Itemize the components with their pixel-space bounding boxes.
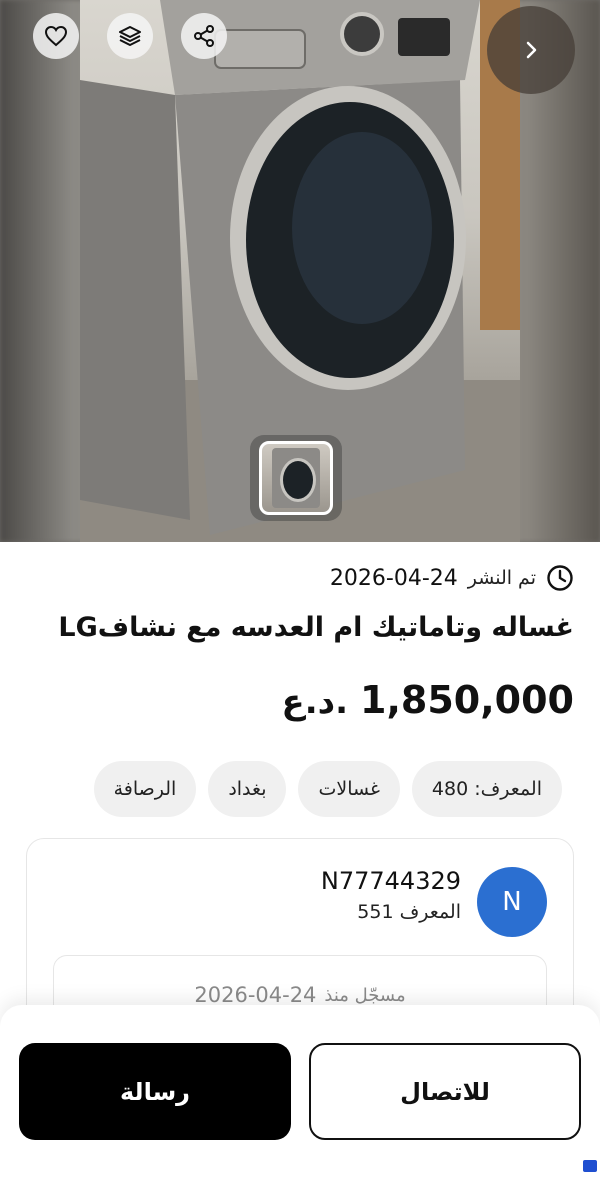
contact-action-bar: رسالة للاتصال bbox=[0, 1005, 600, 1178]
listing-tags: المعرف: 480 غسالات بغداد الرصافة bbox=[93, 761, 562, 817]
clock-icon bbox=[547, 565, 573, 591]
price-value: 1,850,000 bbox=[360, 678, 574, 722]
share-button[interactable] bbox=[181, 13, 227, 59]
member-since-date: 2026-04-24 bbox=[194, 983, 317, 1007]
tag-category[interactable]: غسالات bbox=[298, 761, 400, 817]
tag-district[interactable]: الرصافة bbox=[93, 761, 197, 817]
corner-badge bbox=[583, 1160, 597, 1172]
call-button[interactable]: للاتصال bbox=[309, 1043, 581, 1140]
share-icon bbox=[194, 25, 214, 47]
listing-price: د.ع. 1,850,000 bbox=[282, 678, 574, 722]
thumbnail-washer-graphic bbox=[272, 448, 320, 508]
heart-icon bbox=[44, 25, 68, 47]
next-image-button[interactable] bbox=[487, 6, 575, 94]
member-since-label: مسجّل منذ bbox=[324, 984, 406, 1006]
tag-listing-id: المعرف: 480 bbox=[411, 761, 562, 817]
posted-label: تم النشر bbox=[467, 567, 536, 589]
seller-id: المعرف 551 bbox=[357, 901, 461, 923]
layers-icon bbox=[119, 26, 141, 46]
thumbnail-image[interactable] bbox=[259, 441, 333, 515]
price-currency: د.ع. bbox=[281, 682, 349, 722]
layers-button[interactable] bbox=[107, 13, 153, 59]
thumbnail-strip bbox=[250, 435, 342, 521]
seller-name: N77744329 bbox=[320, 867, 461, 895]
posted-date-row: تم النشر 2026-04-24 bbox=[330, 562, 574, 594]
listing-title: غساله وتاماتيك ام العدسه مع نشافLG bbox=[58, 612, 574, 643]
avatar: N bbox=[477, 867, 547, 937]
chevron-right-icon bbox=[526, 41, 537, 59]
listing-image-gallery[interactable] bbox=[0, 0, 600, 542]
posted-date: 2026-04-24 bbox=[329, 565, 458, 591]
favorite-button[interactable] bbox=[33, 13, 79, 59]
message-button[interactable]: رسالة bbox=[19, 1043, 291, 1140]
tag-city[interactable]: بغداد bbox=[208, 761, 287, 817]
